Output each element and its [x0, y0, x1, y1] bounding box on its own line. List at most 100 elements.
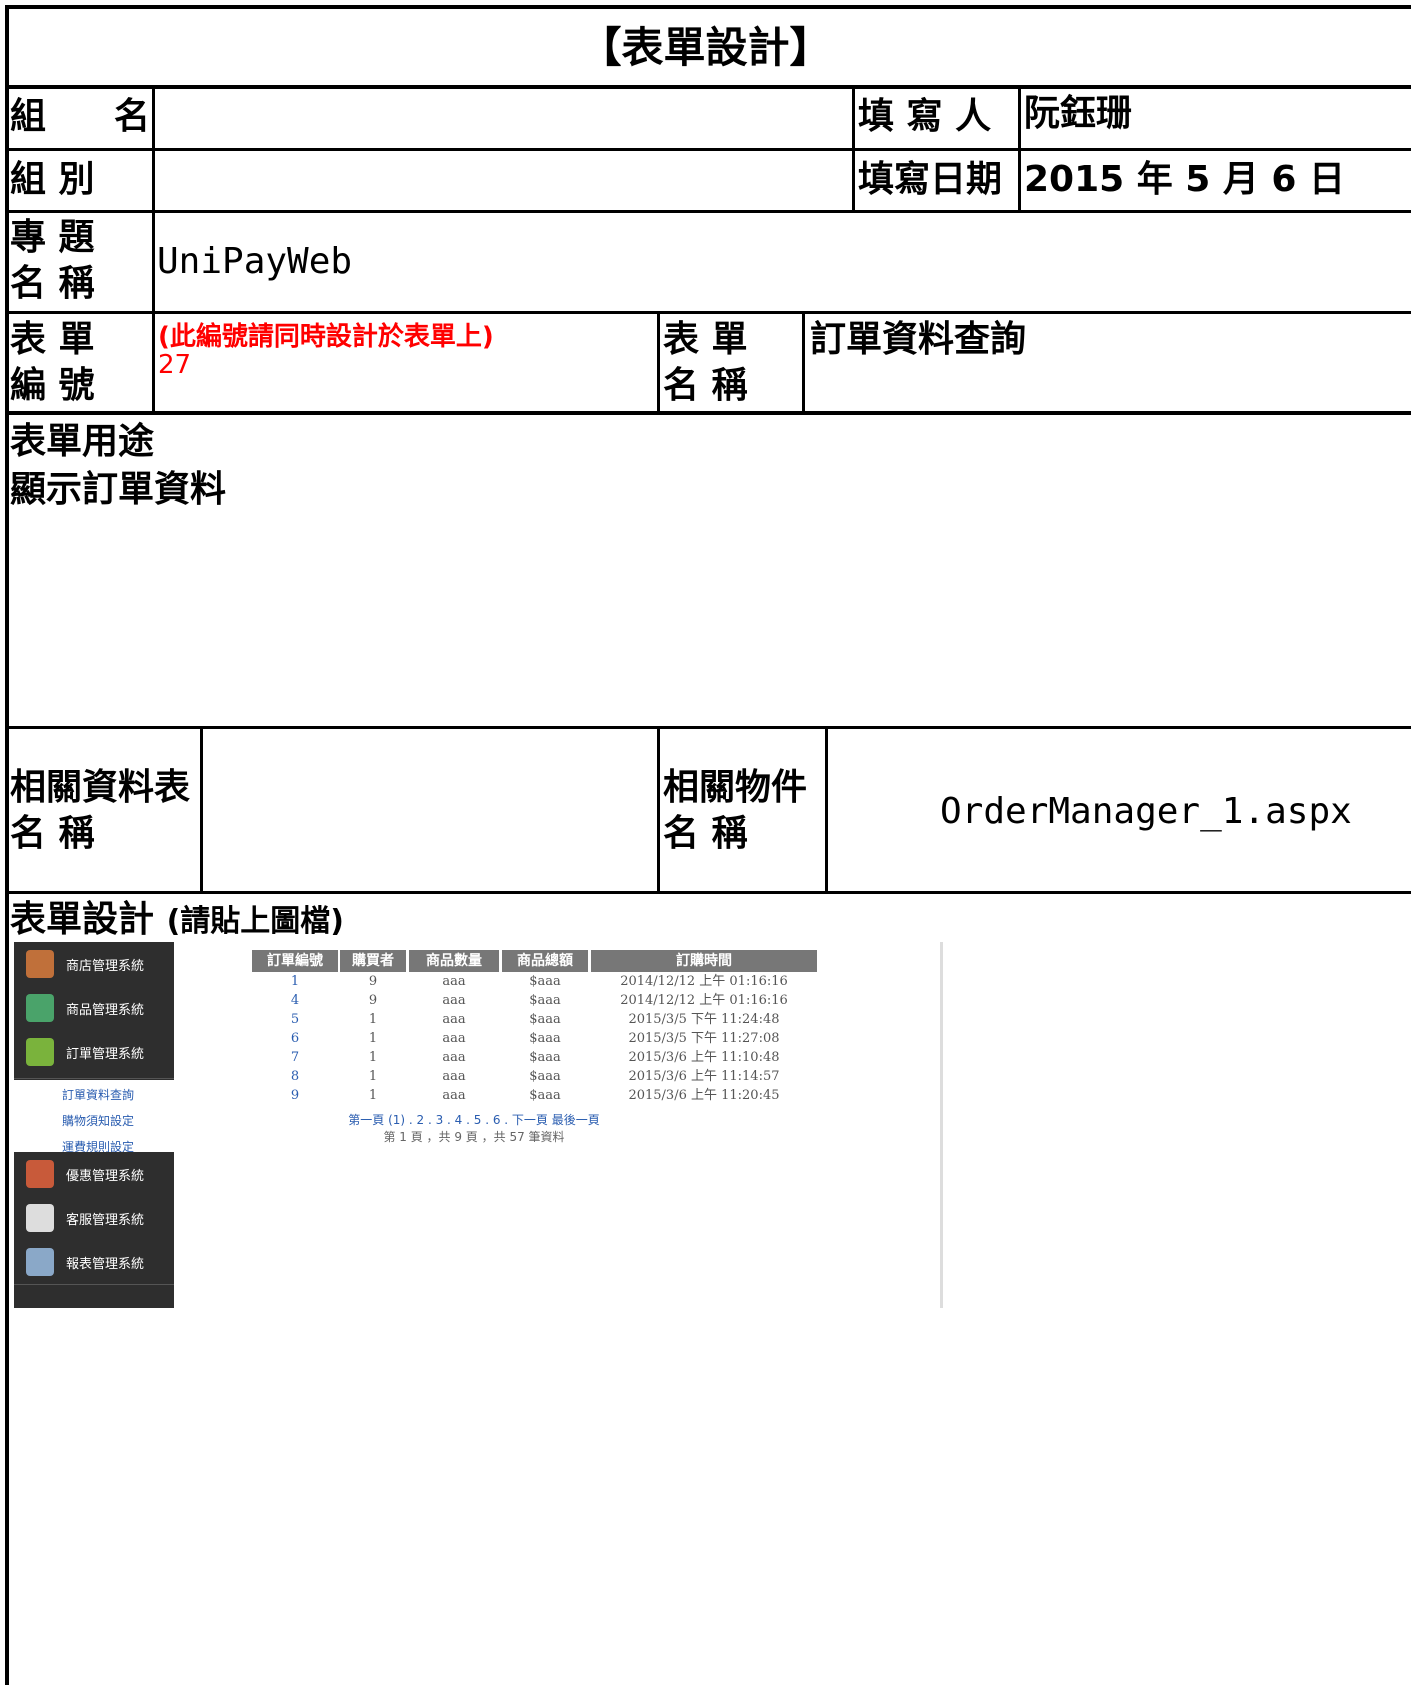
nav-item-orders[interactable]: 訂單管理系統	[14, 1030, 174, 1079]
filler-label: 填 寫 人	[858, 96, 992, 137]
table-cell: 2014/12/12 上午 01:16:16	[620, 974, 788, 989]
design-note: (請貼上圖檔)	[166, 904, 344, 939]
group-name-label: 組 名	[10, 96, 150, 137]
purpose-value: 顯示訂單資料	[10, 469, 227, 510]
cell-separator	[657, 311, 660, 413]
cell-separator	[1018, 85, 1021, 212]
nav-item-reports[interactable]: 報表管理系統	[14, 1240, 174, 1285]
form-name-label-line2: 名 稱	[663, 365, 748, 406]
form-no-value: 27	[158, 350, 192, 380]
order-id-link[interactable]: 1	[252, 972, 338, 992]
table-cell: 9	[368, 974, 378, 989]
related-table-label-line2: 名 稱	[10, 813, 95, 854]
sub-link-order-query[interactable]: 訂單資料查詢	[62, 1086, 134, 1103]
divider	[5, 311, 1411, 314]
group-label: 組 別	[10, 159, 95, 200]
table-cell: $aaa	[529, 993, 561, 1008]
nav-item-shop[interactable]: 商店管理系統	[14, 942, 174, 987]
order-id-link[interactable]: 5	[252, 1010, 338, 1030]
form-no-label-line2: 編 號	[10, 365, 95, 406]
column-header: 訂購時間	[591, 950, 817, 972]
cell-separator	[152, 85, 155, 413]
project-label-line1: 專 題	[10, 217, 95, 258]
related-object-value: OrderManager_1.aspx	[940, 791, 1352, 832]
divider	[5, 726, 1411, 729]
nav-item-label: 優惠管理系統	[66, 1169, 145, 1184]
table-cell: 1	[368, 1088, 378, 1103]
table-cell: aaa	[442, 1069, 466, 1084]
table-cell: aaa	[442, 974, 466, 989]
nav-item-promotions[interactable]: 優惠管理系統	[14, 1152, 174, 1197]
design-label: 表單設計 (請貼上圖檔)	[10, 899, 344, 940]
related-table-label-line1: 相關資料表	[10, 767, 191, 808]
fill-date-label: 填寫日期	[858, 159, 1003, 200]
report-icon	[26, 1248, 54, 1276]
fill-date-value: 2015 年 5 月 6 日	[1024, 159, 1345, 200]
table-cell: 1	[368, 1031, 378, 1046]
cell-separator	[825, 726, 828, 893]
nav-item-label: 商店管理系統	[66, 959, 145, 974]
column-header: 商品數量	[409, 950, 499, 972]
table-cell: 2015/3/6 上午 11:20:45	[628, 1088, 780, 1103]
related-object-label-line1: 相關物件	[663, 767, 808, 808]
divider	[5, 891, 1411, 894]
table-cell: 1	[368, 1012, 378, 1027]
nav-item-products[interactable]: 商品管理系統	[14, 986, 174, 1031]
filler-value: 阮鈺珊	[1024, 93, 1133, 134]
project-value: UniPayWeb	[157, 241, 353, 282]
form-left-border	[5, 5, 9, 1685]
table-cell: 9	[368, 993, 378, 1008]
divider	[5, 148, 1411, 151]
pager-summary: 第 1 頁 ，共 9 頁 ，共 57 筆資料	[383, 1130, 565, 1144]
pager[interactable]: 第一頁 (1) . 2 . 3 . 4 . 5 . 6 . 下一頁 最後一頁	[314, 1111, 634, 1128]
order-id-link[interactable]: 4	[252, 991, 338, 1011]
order-id-link[interactable]: 8	[252, 1067, 338, 1087]
table-cell: 1	[368, 1050, 378, 1065]
nav-item-label: 報表管理系統	[66, 1257, 145, 1272]
order-id-link[interactable]: 6	[252, 1029, 338, 1049]
table-cell: aaa	[442, 1031, 466, 1046]
table-cell: aaa	[442, 1012, 466, 1027]
form-name-value: 訂單資料查詢	[810, 319, 1027, 360]
table-cell: aaa	[442, 1088, 466, 1103]
table-cell: $aaa	[529, 974, 561, 989]
order-id-link[interactable]: 9	[252, 1086, 338, 1106]
form-title: 【表單設計】	[579, 23, 832, 72]
table-cell: 2015/3/6 上午 11:10:48	[628, 1050, 780, 1065]
order-id-link[interactable]: 7	[252, 1048, 338, 1068]
cell-separator	[657, 726, 660, 893]
table-cell: $aaa	[529, 1069, 561, 1084]
column-header: 商品總額	[502, 950, 588, 972]
table-cell: $aaa	[529, 1088, 561, 1103]
basket-icon	[26, 1038, 54, 1066]
table-cell: $aaa	[529, 1050, 561, 1065]
form-name-label-line1: 表 單	[663, 319, 748, 360]
screenshot-border	[940, 942, 943, 1308]
table-cell: aaa	[442, 993, 466, 1008]
form-no-note: (此編號請同時設計於表單上)	[158, 322, 494, 352]
sub-link-shopping-notice[interactable]: 購物須知設定	[62, 1112, 134, 1129]
admin-sidebar: 商店管理系統 商品管理系統 訂單管理系統 訂單資料查詢 購物須知設定 運費規則設…	[14, 942, 174, 1308]
table-cell: 1	[368, 1069, 378, 1084]
related-object-label-line2: 名 稱	[663, 813, 748, 854]
shop-icon	[26, 950, 54, 978]
table-cell: 2015/3/5 下午 11:27:08	[628, 1031, 780, 1046]
table-cell: $aaa	[529, 1031, 561, 1046]
form-top-border	[5, 5, 1411, 9]
column-header: 訂單編號	[252, 950, 338, 972]
note-icon	[26, 1204, 54, 1232]
table-cell: 2014/12/12 上午 01:16:16	[620, 993, 788, 1008]
form-no-label-line1: 表 單	[10, 319, 95, 360]
divider	[5, 85, 1411, 89]
bag-icon	[26, 994, 54, 1022]
table-cell: $aaa	[529, 1012, 561, 1027]
project-label-line2: 名 稱	[10, 263, 95, 304]
tag-icon	[26, 1160, 54, 1188]
divider	[5, 411, 1411, 415]
nav-item-support[interactable]: 客服管理系統	[14, 1196, 174, 1241]
nav-item-label: 商品管理系統	[66, 1003, 145, 1018]
table-cell: aaa	[442, 1050, 466, 1065]
form-screenshot: 商店管理系統 商品管理系統 訂單管理系統 訂單資料查詢 購物須知設定 運費規則設…	[14, 942, 954, 1308]
table-cell: 2015/3/5 下午 11:24:48	[628, 1012, 780, 1027]
cell-separator	[852, 85, 855, 212]
